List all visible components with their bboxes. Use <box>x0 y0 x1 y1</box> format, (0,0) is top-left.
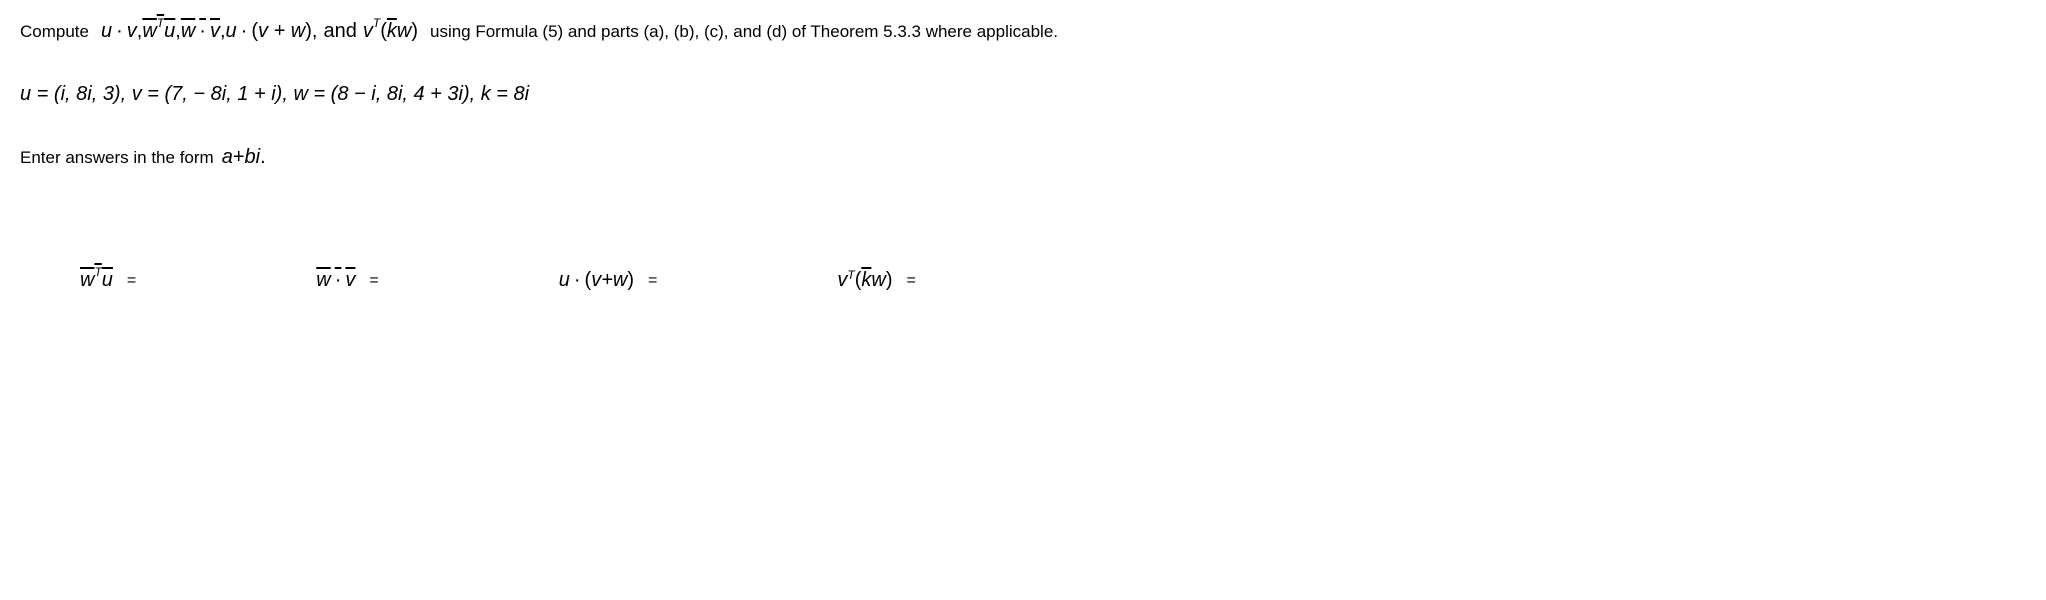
answer-u-dot-v-plus-w: u·(v + w) = <box>559 269 658 292</box>
answer-format-line: Enter answers in the form a + b i . <box>20 146 2026 169</box>
answer-vT-kbar-w: vT(kw) = <box>837 269 915 292</box>
expr-bar-w-dot-v: w·v, <box>181 20 226 43</box>
expr-u-dot-v-plus-w: u·(v + w), <box>226 20 318 43</box>
expr-vT-kbar-w: vT(kw) <box>363 20 418 43</box>
answer-w-dot-v: w·v = <box>316 269 378 292</box>
and-label: and <box>323 20 356 43</box>
expression-list: u·v, wTu, w·v, u·(v + w), and vT(kw) <box>101 20 418 43</box>
compute-label: Compute <box>20 22 89 42</box>
enter-answers-label: Enter answers in the form <box>20 148 214 168</box>
instruction-suffix: using Formula (5) and parts (a), (b), (c… <box>430 22 1058 42</box>
vector-definitions: u = (i, 8i, 3), v = (7, − 8i, 1 + i), w … <box>20 83 2026 106</box>
answer-form: a + b i . <box>222 146 266 169</box>
answer-wTu: wTu = <box>80 269 136 292</box>
expr-bar-wT-u: wTu, <box>142 20 180 43</box>
answers-row: wTu = w·v = u·(v + w) = vT(kw) = <box>20 269 2026 292</box>
expr-u-dot-v: u·v, <box>101 20 142 43</box>
question-line-1: Compute u·v, wTu, w·v, u·(v + w), and vT… <box>20 20 2026 43</box>
